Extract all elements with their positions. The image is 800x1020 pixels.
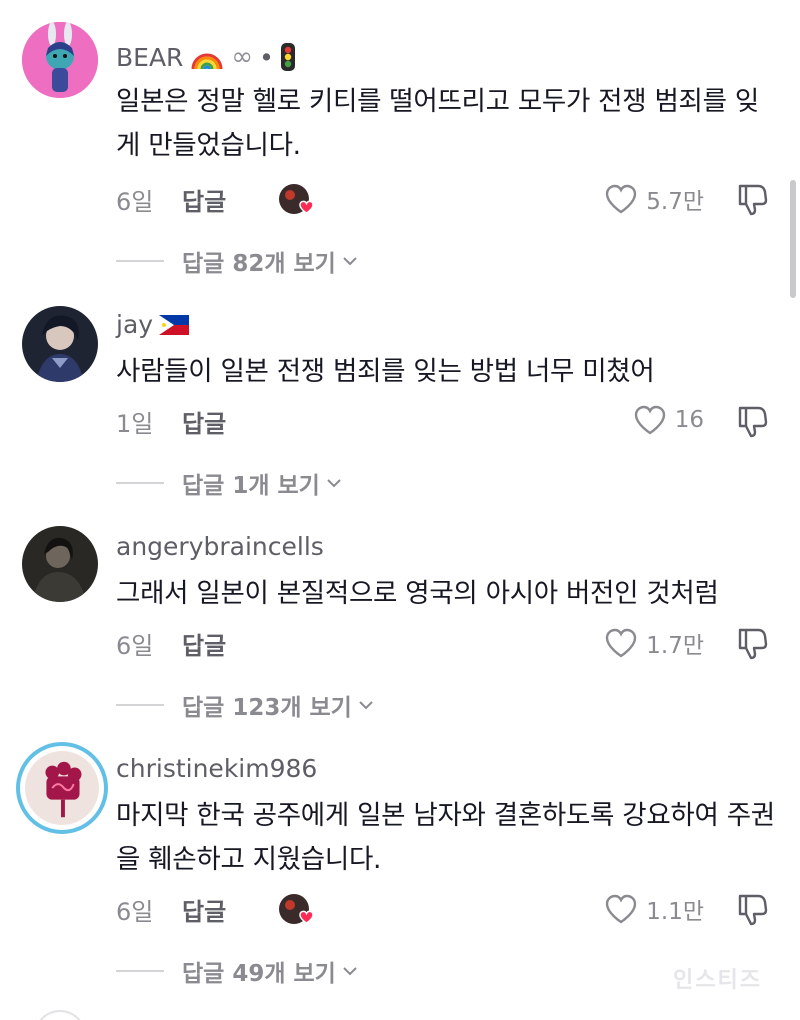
comment-date: 6일 — [116, 188, 154, 216]
chevron-down-icon — [343, 967, 357, 976]
view-replies-label: 답글 1개 보기 — [182, 473, 320, 499]
heart-outline-icon — [606, 894, 637, 924]
username-text: jay — [116, 310, 154, 339]
like-count: 1.7만 — [646, 633, 704, 659]
next-comment-avatar[interactable] — [34, 1010, 86, 1020]
avatar[interactable] — [16, 742, 108, 834]
username-text: BEAR — [116, 42, 184, 72]
infinity-icon: ∞ — [231, 42, 254, 72]
dislike-icon[interactable] — [734, 404, 770, 440]
dislike-icon[interactable] — [734, 182, 770, 218]
watermark-text: 인스티즈 — [673, 968, 762, 993]
avatar[interactable] — [22, 526, 98, 602]
like-count: 1.1만 — [646, 899, 704, 925]
comment-text: 일본은 정말 헬로 키티를 떨어뜨리고 모두가 전쟁 범죄를 잊게 만들었습니다… — [116, 86, 759, 161]
heart-outline-icon — [634, 405, 665, 435]
philippines-flag-icon — [159, 314, 190, 335]
avatar-dark-portrait-image — [22, 526, 98, 602]
like-button[interactable]: 16 — [633, 404, 704, 436]
comment-meta: 6일 답글 — [116, 626, 226, 661]
view-replies-label: 답글 49개 보기 — [182, 961, 336, 987]
username[interactable]: jay — [116, 310, 190, 339]
username[interactable]: BEAR ∞ • — [116, 42, 296, 72]
reply-button[interactable]: 답글 — [182, 182, 226, 217]
view-replies-label: 답글 82개 보기 — [182, 251, 336, 277]
username[interactable]: christinekim986 — [116, 754, 317, 783]
like-count: 16 — [674, 407, 704, 433]
comment-text: 그래서 일본이 본질적으로 영국의 아시아 버전인 것처럼 — [116, 578, 719, 609]
comment-date: 1일 — [116, 410, 154, 438]
view-replies-button[interactable]: 답글 123개 보기 — [116, 688, 376, 722]
creator-avatar-heart-icon — [279, 183, 314, 214]
reply-button[interactable]: 답글 — [182, 404, 226, 439]
reply-button[interactable]: 답글 — [182, 626, 226, 661]
heart-outline-icon — [606, 184, 637, 214]
divider-line — [116, 970, 164, 972]
chevron-down-icon — [343, 257, 357, 266]
like-button[interactable]: 5.7만 — [604, 182, 704, 216]
username[interactable]: angerybraincells — [116, 532, 324, 561]
view-replies-button[interactable]: 답글 49개 보기 — [116, 954, 360, 988]
rainbow-icon — [191, 53, 223, 70]
like-count: 5.7만 — [646, 189, 704, 215]
like-button[interactable]: 1.1만 — [604, 892, 704, 926]
comment-date: 6일 — [116, 632, 154, 660]
creator-liked-badge — [278, 183, 318, 217]
avatar-bunny-image — [22, 22, 98, 98]
view-replies-button[interactable]: 답글 82개 보기 — [116, 244, 360, 278]
reply-button[interactable]: 답글 — [182, 892, 226, 927]
separator-dot: • — [259, 42, 274, 72]
username-text: christinekim986 — [116, 754, 318, 783]
avatar[interactable] — [22, 306, 98, 382]
dislike-icon[interactable] — [734, 892, 770, 928]
comment-date: 6일 — [116, 898, 154, 926]
avatar-flower-image — [25, 751, 99, 825]
chevron-down-icon — [327, 479, 341, 488]
divider-line — [116, 704, 164, 706]
dislike-icon[interactable] — [734, 626, 770, 662]
view-replies-button[interactable]: 답글 1개 보기 — [116, 466, 344, 500]
heart-outline-icon — [606, 628, 637, 658]
avatar[interactable] — [22, 22, 98, 98]
comment-text: 사람들이 일본 전쟁 범죄를 잊는 방법 너무 미쳤어 — [116, 356, 655, 387]
avatar-character-image — [22, 306, 98, 382]
creator-avatar-heart-icon — [279, 893, 314, 924]
comment-meta: 1일 답글 — [116, 404, 226, 439]
scrollbar[interactable] — [790, 180, 796, 298]
view-replies-label: 답글 123개 보기 — [182, 695, 352, 721]
username-text: angerybraincells — [116, 532, 324, 561]
like-button[interactable]: 1.7만 — [604, 626, 704, 660]
divider-line — [116, 482, 164, 484]
comment-meta: 6일 답글 — [116, 892, 318, 927]
comment-meta: 6일 답글 — [116, 182, 318, 217]
chevron-down-icon — [359, 701, 373, 710]
comment-text: 마지막 한국 공주에게 일본 남자와 결혼하도록 강요하여 주권을 훼손하고 지… — [116, 800, 775, 875]
traffic-light-icon — [280, 43, 295, 71]
divider-line — [116, 260, 164, 262]
creator-liked-badge — [278, 893, 318, 927]
